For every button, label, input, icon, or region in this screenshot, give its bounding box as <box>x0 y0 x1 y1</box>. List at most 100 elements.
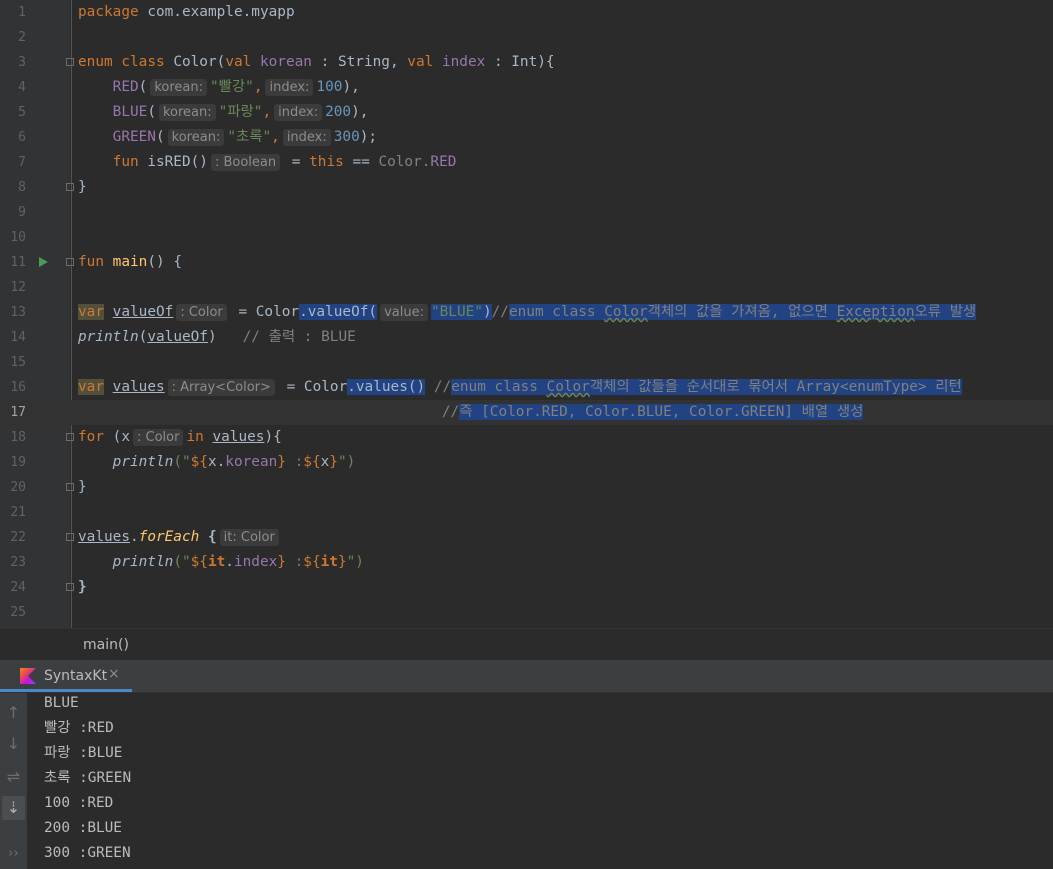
fold-marker-icon[interactable] <box>66 483 74 491</box>
fold-marker-icon[interactable] <box>66 533 74 541</box>
soft-wrap-icon[interactable]: ⇌ <box>2 765 25 789</box>
code-line[interactable]: 25 <box>0 600 1053 625</box>
more-icon[interactable]: ›› <box>2 842 25 866</box>
close-icon[interactable]: × <box>108 666 120 682</box>
code-line[interactable]: 10 <box>0 225 1053 250</box>
enum-entry: BLUE <box>112 104 148 120</box>
paren: ), <box>342 79 360 95</box>
console-output[interactable]: BLUE 빨강 :RED 파랑 :BLUE 초록 :GREEN 100 :RED… <box>27 693 1053 869</box>
line-number: 20 <box>10 480 26 495</box>
keyword: var <box>78 304 104 320</box>
code-line[interactable]: 6 GREEN(korean: "초록", index: 300); <box>0 125 1053 150</box>
code-line[interactable]: 18 for (x: Color in values){ <box>0 425 1053 450</box>
code-line[interactable]: 4 RED(korean: "빨강", index: 100), <box>0 75 1053 100</box>
code-line[interactable]: 15 <box>0 350 1053 375</box>
variable: valueOf <box>147 329 208 345</box>
brace: { <box>199 529 217 545</box>
number-literal: 200 <box>325 104 352 120</box>
run-gutter-icon[interactable] <box>39 257 48 267</box>
string-literal: (" <box>173 454 191 470</box>
code-line[interactable]: 21 <box>0 500 1053 525</box>
keyword: class <box>121 54 165 70</box>
code-line[interactable]: 24 } <box>0 575 1053 600</box>
line-number: 14 <box>10 330 26 345</box>
comment: enum class <box>508 304 605 320</box>
code-line[interactable]: 8 } <box>0 175 1053 200</box>
code-line[interactable]: 16 var values: Array<Color> = Color.valu… <box>0 375 1053 400</box>
paren: ( <box>138 79 148 95</box>
property: korean <box>225 454 278 470</box>
comment: 객체의 값들을 순서대로 묶어서 Array<enumType> 리턴 <box>589 379 962 395</box>
code-line[interactable]: 22 values.forEach {it: Color <box>0 525 1053 550</box>
enum-entry: GREEN <box>112 129 156 145</box>
console-line: 빨강 :RED <box>44 720 114 736</box>
code-line[interactable]: 20 } <box>0 475 1053 500</box>
code-line[interactable]: 13 var valueOf: Color = Color.valueOf(va… <box>0 300 1053 325</box>
code-line[interactable]: 2 <box>0 25 1053 50</box>
property: korean <box>259 54 312 70</box>
breadcrumb[interactable]: main() <box>0 628 1053 661</box>
param-hint: index: <box>265 79 314 96</box>
comment: 객체의 값을 가져옴, 없으면 <box>647 304 837 320</box>
console-line: 파랑 :BLUE <box>44 745 123 761</box>
enum-entry: RED <box>430 154 457 170</box>
comment: 즉 [Color.RED, Color.BLUE, Color.GREEN] 배… <box>459 404 864 420</box>
code-line-current[interactable]: 17 //즉 [Color.RED, Color.BLUE, Color.GRE… <box>0 400 1053 425</box>
line-number: 11 <box>10 255 26 270</box>
fold-marker-icon[interactable] <box>66 183 74 191</box>
fold-marker-icon[interactable] <box>66 433 74 441</box>
console-line: 300 :GREEN <box>44 845 131 861</box>
code-line[interactable]: 19 println("${x.korean} :${x}") <box>0 450 1053 475</box>
keyword: for <box>78 429 104 445</box>
expression: = Color <box>229 304 300 320</box>
code-line[interactable]: 14 println(valueOf) // 출력 : BLUE <box>0 325 1053 350</box>
comment: // <box>433 379 452 395</box>
keyword: this <box>309 154 344 170</box>
template-brace: ${ <box>303 554 321 570</box>
fold-marker-icon[interactable] <box>66 58 74 66</box>
line-number: 25 <box>10 605 26 620</box>
string-literal: "파랑" <box>218 104 263 120</box>
function-call: forEach <box>138 529 200 545</box>
code-line[interactable]: 11 fun main() { <box>0 250 1053 275</box>
arrow-up-icon[interactable]: ↑ <box>2 701 25 725</box>
comment: Color <box>546 379 590 395</box>
code-line[interactable]: 3 enum class Color(val korean : String, … <box>0 50 1053 75</box>
code-editor[interactable]: 1 package com.example.myapp 2 3 enum cla… <box>0 0 1053 628</box>
fold-marker-icon[interactable] <box>66 258 74 266</box>
console-line: BLUE <box>44 695 79 711</box>
param-hint: index: <box>282 129 331 146</box>
line-number: 22 <box>10 530 26 545</box>
code-line[interactable]: 5 BLUE(korean: "파랑", index: 200), <box>0 100 1053 125</box>
code-line[interactable]: 9 <box>0 200 1053 225</box>
fold-marker-icon[interactable] <box>66 583 74 591</box>
enum-entry: RED <box>112 79 139 95</box>
line-number: 13 <box>10 305 26 320</box>
variable: valueOf <box>112 304 174 320</box>
run-tab-syntaxkt[interactable]: SyntaxKt × <box>0 660 132 692</box>
code-line[interactable]: 1 package com.example.myapp <box>0 0 1053 25</box>
param-hint: index: <box>274 104 323 121</box>
comma: , <box>253 79 263 95</box>
paren: ( <box>147 104 156 120</box>
scroll-to-end-icon[interactable]: ⇣ <box>2 796 25 820</box>
comma: , <box>271 129 280 145</box>
breadcrumb-item[interactable]: main() <box>83 637 129 653</box>
paren: ); <box>359 129 378 145</box>
template-brace: ${ <box>190 554 208 570</box>
template-brace: ${ <box>190 454 208 470</box>
param-hint: korean: <box>150 79 207 96</box>
string-literal: "빨강" <box>210 79 254 95</box>
template-expr: x <box>320 454 330 470</box>
code-line[interactable]: 23 println("${it.index} :${it}") <box>0 550 1053 575</box>
string-literal: : <box>285 454 304 470</box>
code-line[interactable]: 7 fun isRED(): Boolean = this == Color.R… <box>0 150 1053 175</box>
comment: // <box>491 304 509 320</box>
code-line[interactable]: 12 <box>0 275 1053 300</box>
function-call: println <box>112 454 174 470</box>
number-literal: 100 <box>316 79 343 95</box>
brace: } <box>78 579 87 595</box>
property: index <box>441 54 486 70</box>
arrow-down-icon[interactable]: ↓ <box>2 732 25 756</box>
line-number: 5 <box>18 105 26 120</box>
